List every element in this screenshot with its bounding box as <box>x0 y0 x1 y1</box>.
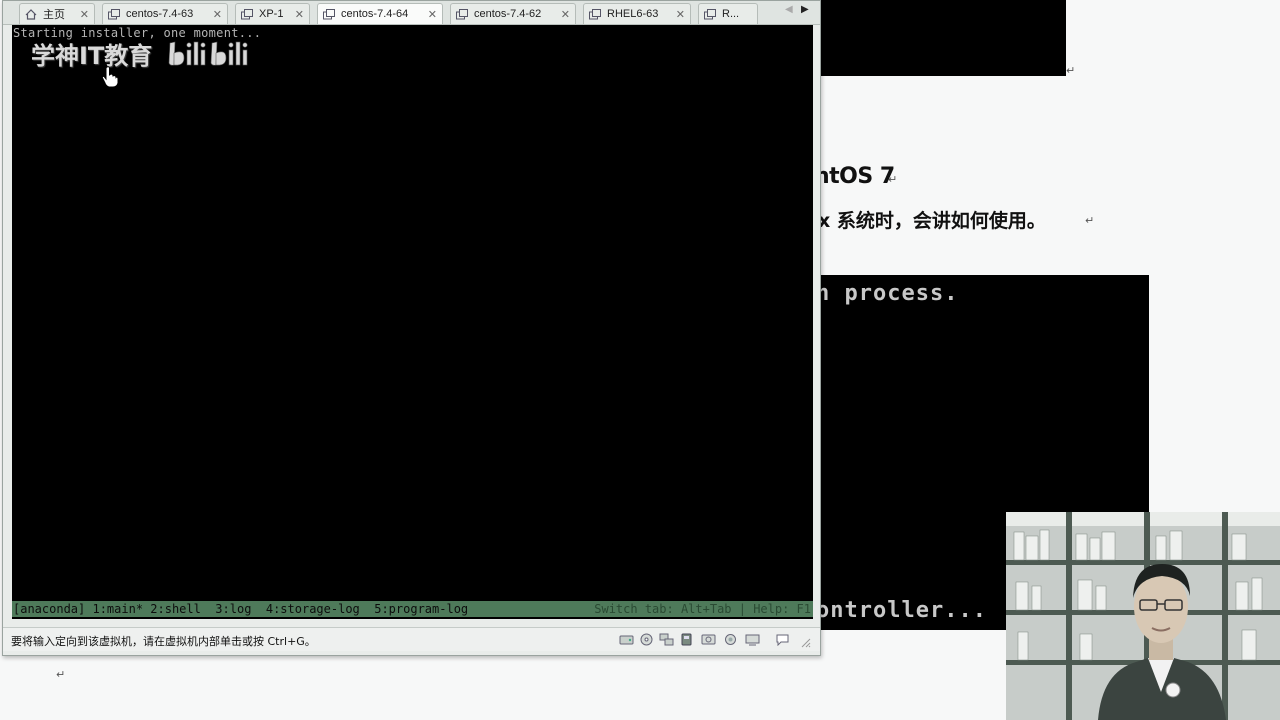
tab-label: R... <box>722 8 740 20</box>
vm-icon <box>589 8 601 19</box>
paragraph-mark: ↵ <box>1085 214 1095 227</box>
tab-home[interactable]: 主页 ✕ <box>19 3 95 24</box>
vm-icon <box>704 8 716 19</box>
vmware-window: 主页 ✕ centos-7.4-63 ✕ XP-1 ✕ centos-7.4-6… <box>2 0 821 656</box>
tab-vm[interactable]: centos-7.4-63 ✕ <box>102 3 228 24</box>
vm-icon <box>108 8 120 19</box>
sound-icon[interactable] <box>701 633 716 646</box>
tab-vm[interactable]: RHEL6-63 ✕ <box>583 3 691 24</box>
home-icon <box>25 8 37 20</box>
tab-bar: 主页 ✕ centos-7.4-63 ✕ XP-1 ✕ centos-7.4-6… <box>3 1 820 25</box>
document-terminal-line: ontroller... <box>816 598 987 623</box>
document-terminal-line: n process. <box>816 281 959 306</box>
printer-icon[interactable] <box>723 633 738 646</box>
paragraph-mark: ↵ <box>1066 64 1076 77</box>
tab-vm[interactable]: centos-7.4-62 ✕ <box>450 3 576 24</box>
tab-vm[interactable]: XP-1 ✕ <box>235 3 310 24</box>
watermark: 学神IT教育 <box>31 36 258 71</box>
bilibili-logo <box>169 41 248 66</box>
vm-icon <box>323 8 335 19</box>
tab-label: centos-7.4-63 <box>126 8 194 20</box>
close-icon[interactable]: ✕ <box>295 8 304 21</box>
webcam-video-image <box>1006 512 1280 720</box>
usb-icon[interactable] <box>679 633 694 646</box>
resize-grip-icon[interactable] <box>799 636 811 648</box>
close-icon[interactable]: ✕ <box>676 8 685 21</box>
tab-vm-active[interactable]: centos-7.4-64 ✕ <box>317 3 443 24</box>
tab-label: XP-1 <box>259 8 284 20</box>
cd-icon[interactable] <box>639 633 654 646</box>
close-icon[interactable]: ✕ <box>428 8 437 21</box>
watermark-text: 学神IT教育 <box>31 42 153 70</box>
document-line-fragment: x 系统时，会讲如何使用。 <box>818 210 1046 232</box>
tab-label: centos-7.4-62 <box>474 8 542 20</box>
tab-vm[interactable]: R... <box>698 3 758 24</box>
display-icon[interactable] <box>745 633 760 646</box>
vm-console[interactable]: Starting installer, one moment... [anaco… <box>12 25 813 619</box>
hdd-icon[interactable] <box>619 633 634 646</box>
vm-icon <box>241 8 253 19</box>
document-screenshot-top <box>820 0 1066 76</box>
close-icon[interactable]: ✕ <box>561 8 570 21</box>
network-icon[interactable] <box>659 633 674 646</box>
tmux-status-bar: [anaconda] 1:main* 2:shell 3:log 4:stora… <box>12 601 813 617</box>
tab-label: centos-7.4-64 <box>341 8 409 20</box>
vm-icon <box>456 8 468 19</box>
tab-label: 主页 <box>43 9 65 21</box>
document-heading-fragment: ntOS 7 <box>814 164 895 189</box>
hand-cursor-icon <box>101 66 119 88</box>
tmux-help: Switch tab: Alt+Tab | Help: F1 <box>594 602 811 616</box>
close-icon[interactable]: ✕ <box>80 8 89 21</box>
message-icon[interactable] <box>775 633 790 646</box>
scroll-tabs-left-icon[interactable]: ◀ <box>785 4 793 15</box>
status-bar: 要将输入定向到该虚拟机，请在虚拟机内部单击或按 Ctrl+G。 <box>3 627 820 651</box>
paragraph-mark: ↵ <box>56 668 66 681</box>
paragraph-mark: ↵ <box>888 173 898 186</box>
tab-label: RHEL6-63 <box>607 8 659 20</box>
tmux-windows: [anaconda] 1:main* 2:shell 3:log 4:stora… <box>13 602 469 616</box>
close-icon[interactable]: ✕ <box>213 8 222 21</box>
webcam-overlay <box>1006 512 1280 720</box>
scroll-tabs-right-icon[interactable]: ▶ <box>801 4 809 15</box>
status-message: 要将输入定向到该虚拟机，请在虚拟机内部单击或按 Ctrl+G。 <box>11 635 316 648</box>
